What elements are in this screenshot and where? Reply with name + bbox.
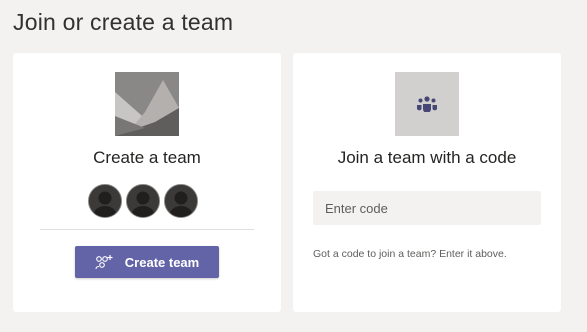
avatar-group [88, 184, 208, 218]
teams-people-icon [395, 72, 459, 136]
create-team-card[interactable]: Create a team Create team [13, 53, 281, 312]
person-icon [164, 184, 198, 218]
create-team-icon [95, 254, 113, 270]
page-title: Join or create a team [13, 9, 234, 35]
person-icon [126, 184, 160, 218]
mountain-image-placeholder-icon [115, 72, 179, 136]
create-team-title: Create a team [93, 148, 201, 167]
person-icon [88, 184, 122, 218]
team-code-input[interactable] [313, 191, 541, 225]
divider [40, 229, 254, 230]
join-code-hint: Got a code to join a team? Enter it abov… [313, 248, 507, 260]
create-team-button[interactable]: Create team [75, 246, 219, 278]
join-team-card: Join a team with a code Got a code to jo… [293, 53, 561, 312]
join-or-create-team-page: Join or create a team Create a team Crea… [0, 0, 587, 332]
join-team-title: Join a team with a code [337, 148, 517, 167]
create-team-button-label: Create team [124, 254, 200, 270]
